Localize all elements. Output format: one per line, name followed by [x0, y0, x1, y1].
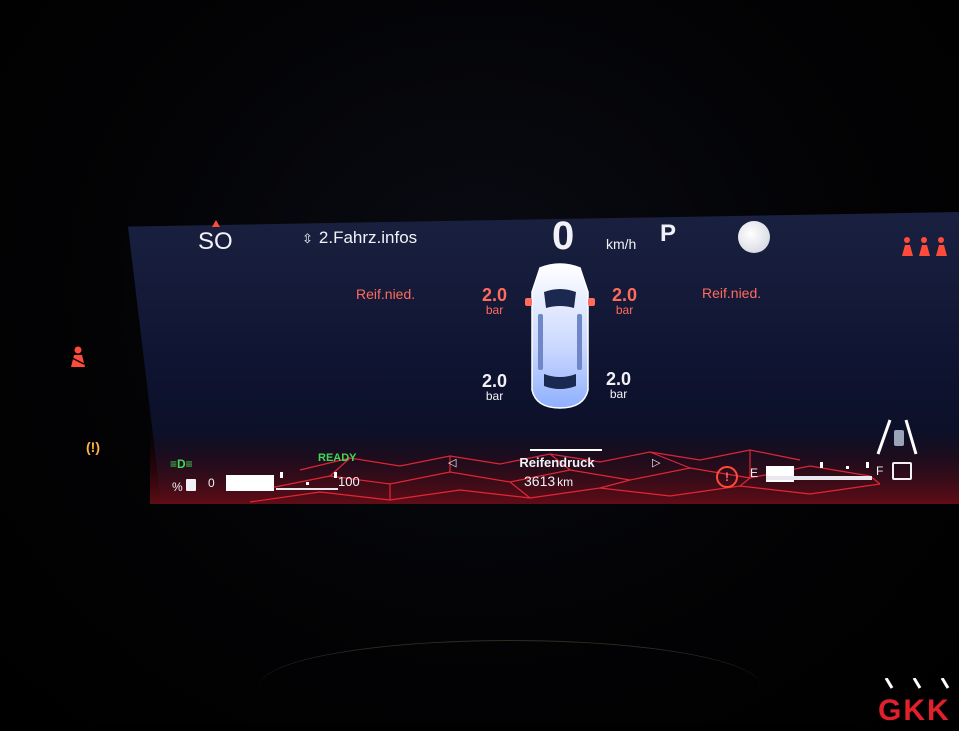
up-down-arrow-icon: ⇳	[302, 230, 313, 246]
speed-unit: km/h	[606, 236, 637, 252]
lane-assist-icon	[874, 418, 920, 461]
rear-right-pressure-value: 2.0	[606, 369, 632, 389]
battery-scale-tick	[334, 472, 337, 478]
fuel-empty-label: E	[750, 466, 759, 480]
screen-title: Reifendruck	[519, 455, 595, 470]
odometer: 3613 km	[524, 473, 573, 489]
moon-icon	[738, 221, 770, 253]
arrow-left-icon[interactable]: ◁	[448, 456, 456, 469]
compass-arrow-icon	[212, 220, 220, 227]
front-left-pressure-unit: bar	[485, 303, 504, 317]
battery-percent-label: %	[172, 480, 183, 494]
front-left-tire-status: Reif.nied.	[356, 286, 416, 302]
front-right-pressure-value: 2.0	[612, 285, 638, 305]
front-right-pressure: 2.0 bar	[612, 286, 637, 316]
rear-right-pressure-unit: bar	[609, 387, 628, 401]
ready-indicator: READY	[318, 452, 357, 464]
front-right-tire-status: Reif.nied.	[702, 285, 762, 301]
compass-heading: SO	[198, 228, 233, 255]
odometer-unit: km	[557, 475, 574, 489]
fuel-scale-tick	[820, 462, 823, 468]
speed-readout: 0	[552, 214, 575, 258]
front-left-pressure: 2.0 bar	[482, 286, 507, 316]
fuel-pump-icon	[892, 462, 912, 480]
battery-scale-tick	[306, 482, 309, 485]
battery-scale-max: 100	[338, 474, 360, 489]
battery-scale	[276, 488, 338, 490]
rear-right-pressure: 2.0 bar	[606, 370, 631, 400]
watermark-text: GKK	[878, 694, 951, 727]
page-indicator	[530, 449, 602, 451]
odometer-value: 3613	[524, 473, 556, 489]
fuel-scale	[766, 476, 872, 480]
rear-left-pressure: 2.0 bar	[482, 372, 507, 402]
seatbelt-warning-icon	[900, 236, 958, 263]
fuel-scale-tick	[846, 466, 849, 469]
battery-level-bar	[226, 475, 274, 491]
rear-left-pressure-value: 2.0	[482, 371, 508, 391]
windshield-reflection	[260, 640, 760, 731]
arrow-right-icon[interactable]: ▷	[652, 456, 660, 469]
seatbelt-warning-icon	[68, 346, 88, 373]
battery-scale-min: 0	[208, 476, 215, 490]
headlight-icon: ≡D≡	[170, 457, 193, 471]
car-topview-graphic	[522, 262, 598, 410]
info-menu-title[interactable]: ⇳ 2.Fahrz.infos	[302, 228, 417, 248]
battery-scale-tick	[280, 472, 283, 478]
brake-warning-icon: !	[716, 466, 738, 488]
front-right-pressure-unit: bar	[615, 303, 634, 317]
info-title-label: 2.Fahrz.infos	[318, 228, 418, 247]
front-left-pressure-value: 2.0	[482, 285, 508, 305]
gear-indicator: P	[660, 220, 677, 247]
tpms-warning-icon: (!)	[86, 439, 100, 455]
battery-icon	[186, 479, 196, 491]
rear-left-pressure-unit: bar	[485, 389, 504, 403]
fuel-scale-tick	[866, 462, 869, 468]
fuel-full-label: F	[876, 464, 884, 478]
